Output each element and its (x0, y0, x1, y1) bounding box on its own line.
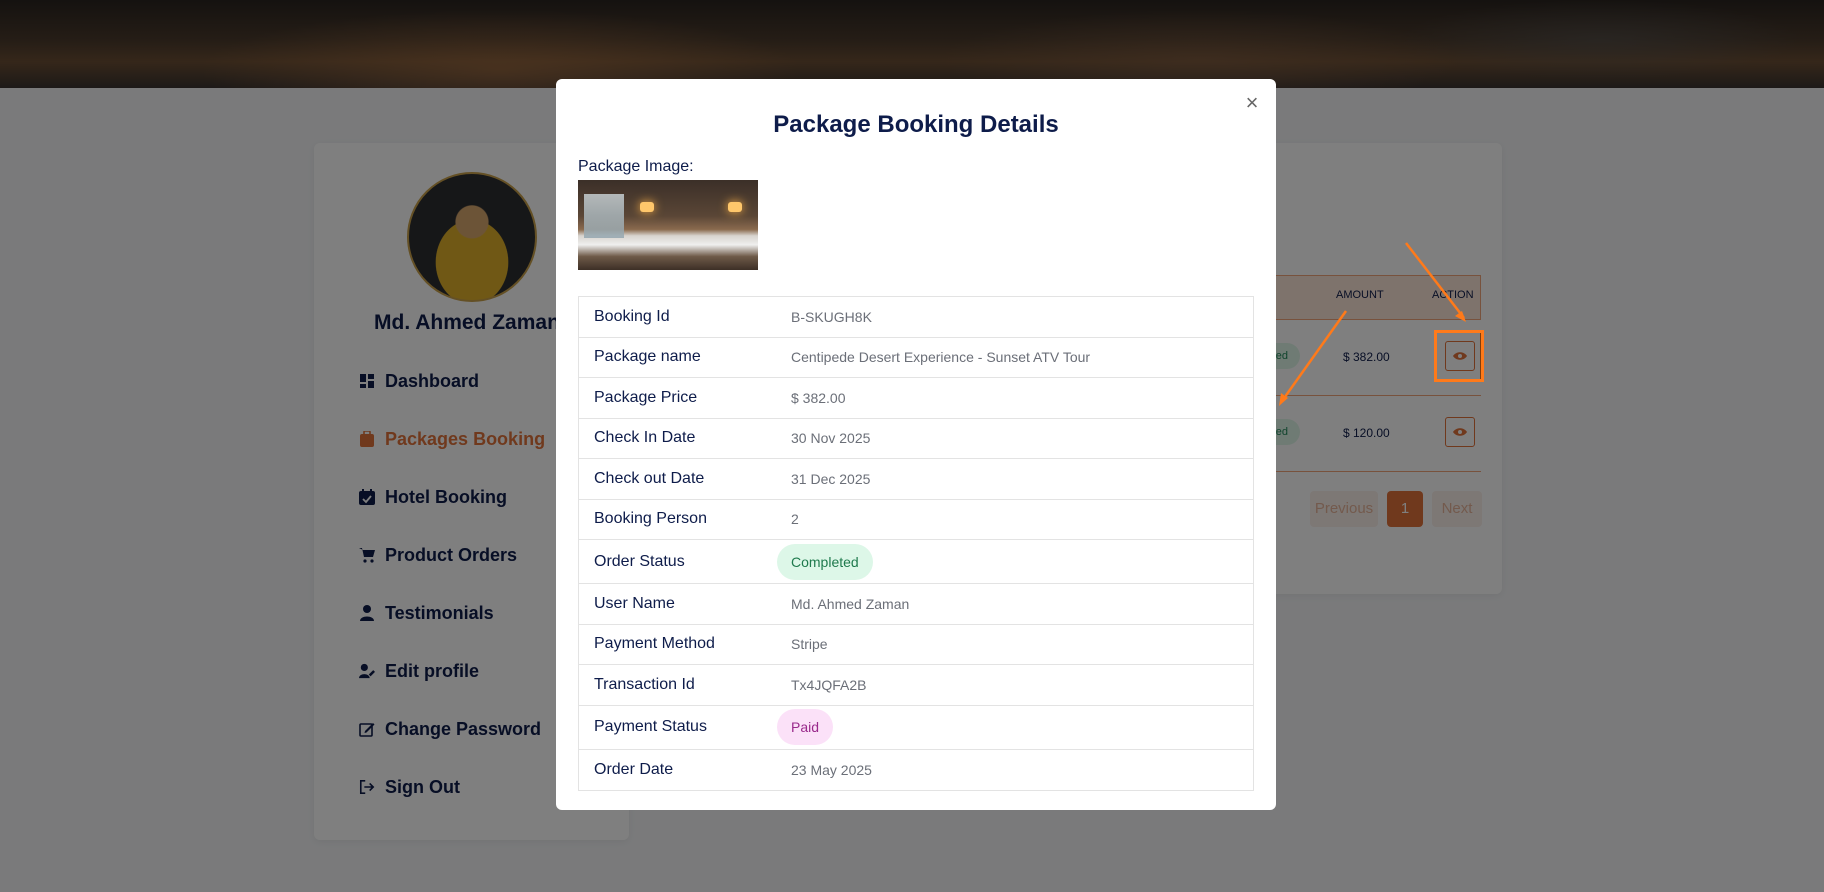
image-window-detail (584, 194, 624, 238)
detail-label: Order Date (594, 760, 674, 778)
detail-row: Payment Status Paid (579, 706, 1253, 750)
image-lamp-detail (640, 202, 654, 212)
package-image-label: Package Image: (578, 158, 694, 175)
detail-row: Order Status Completed (579, 540, 1253, 584)
detail-label: Check out Date (594, 469, 705, 487)
detail-label: Booking Id (594, 307, 670, 325)
detail-value: $ 382.00 (791, 389, 846, 406)
detail-value: Md. Ahmed Zaman (791, 595, 910, 612)
detail-row: Booking Id B-SKUGH8K (579, 297, 1253, 338)
detail-label: Booking Person (594, 510, 707, 528)
detail-value: 23 May 2025 (791, 761, 872, 778)
detail-label: Package name (594, 348, 701, 366)
detail-value: Stripe (791, 636, 828, 653)
close-icon[interactable]: × (1242, 92, 1262, 114)
detail-value: 30 Nov 2025 (791, 430, 871, 447)
detail-label: Payment Method (594, 635, 715, 653)
detail-row: Package Price $ 382.00 (579, 378, 1253, 419)
detail-value: Tx4JQFA2B (791, 676, 867, 693)
detail-label: Payment Status (594, 718, 707, 735)
detail-value: B-SKUGH8K (791, 308, 872, 325)
detail-row: Transaction Id Tx4JQFA2B (579, 665, 1253, 706)
detail-label: Check In Date (594, 429, 696, 447)
package-booking-modal: Package Booking Details × Package Image:… (556, 79, 1276, 810)
detail-value: 2 (791, 511, 799, 528)
detail-row: Package name Centipede Desert Experience… (579, 338, 1253, 378)
modal-title: Package Booking Details (773, 111, 1059, 138)
detail-label: Order Status (594, 552, 685, 570)
detail-label: Transaction Id (594, 675, 695, 693)
detail-label: User Name (594, 594, 675, 612)
detail-value: 31 Dec 2025 (791, 470, 871, 487)
detail-row: Booking Person 2 (579, 500, 1253, 540)
detail-row: Check out Date 31 Dec 2025 (579, 459, 1253, 500)
booking-details-table: Booking Id B-SKUGH8K Package name Centip… (578, 296, 1254, 791)
detail-label: Package Price (594, 388, 698, 406)
order-status-badge: Completed (777, 543, 873, 580)
image-lamp-detail (728, 202, 742, 212)
detail-value: Centipede Desert Experience - Sunset ATV… (791, 349, 1091, 366)
detail-row: User Name Md. Ahmed Zaman (579, 584, 1253, 625)
package-image (578, 180, 758, 270)
detail-row: Payment Method Stripe (579, 625, 1253, 665)
detail-row: Check In Date 30 Nov 2025 (579, 419, 1253, 459)
payment-status-badge: Paid (777, 709, 834, 745)
detail-row: Order Date 23 May 2025 (579, 750, 1253, 791)
